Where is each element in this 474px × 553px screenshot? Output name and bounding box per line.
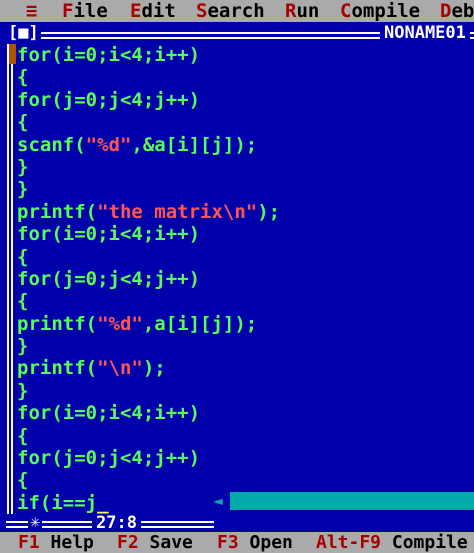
- code-token: );: [142, 357, 166, 380]
- code-line[interactable]: printf("the matrix\n");: [17, 201, 280, 223]
- code-token: for(j=0;j<4;j++): [17, 88, 201, 111]
- code-token: {: [17, 111, 29, 134]
- code-line[interactable]: for(j=0;j<4;j++): [17, 89, 280, 111]
- fnkey-save-key: F2: [117, 532, 139, 553]
- menu-run-hotkey: R: [285, 0, 297, 22]
- code-string: "\n": [97, 357, 143, 380]
- code-token: for(j=0;j<4;j++): [17, 447, 201, 470]
- menu-search[interactable]: Search: [196, 0, 265, 22]
- window-title-bar: [■] NONAME01: [0, 22, 474, 44]
- menu-debug[interactable]: Debu: [440, 0, 474, 22]
- function-key-bar: F1 Help F2 Save F3 Open Alt-F9 Compile: [0, 532, 474, 553]
- line-marker: [9, 44, 16, 64]
- code-token: printf(: [17, 200, 98, 223]
- code-string: "the matrix\n": [97, 200, 258, 223]
- window-left-border: [7, 44, 9, 514]
- fnkey-open-label: Open: [249, 532, 293, 553]
- code-line[interactable]: }: [17, 156, 280, 178]
- code-line[interactable]: {: [17, 425, 280, 447]
- menu-run[interactable]: Run: [285, 0, 319, 22]
- menu-search-label: earch: [207, 0, 265, 22]
- code-line[interactable]: for(i=0;i<4;i++): [17, 223, 280, 245]
- code-line[interactable]: {: [17, 246, 280, 268]
- fnkey-open[interactable]: F3 Open: [217, 532, 293, 553]
- code-line[interactable]: {: [17, 469, 280, 491]
- code-token: {: [17, 66, 29, 89]
- code-token: }: [17, 155, 29, 178]
- code-token: }: [17, 335, 29, 358]
- text-cursor: _: [97, 491, 109, 514]
- code-line[interactable]: for(i=0;i<4;i++): [17, 402, 280, 424]
- window-filename: NONAME01: [380, 22, 470, 44]
- fnkey-compile-label: Compile: [391, 532, 468, 553]
- code-line[interactable]: printf("%d",a[i][j]);: [17, 313, 280, 335]
- horizontal-scrollbar[interactable]: ◄: [206, 492, 474, 510]
- code-token: if(i==j: [17, 491, 98, 514]
- menu-file-label: ile: [73, 0, 108, 22]
- fnkey-compile[interactable]: Alt-F9 Compile: [316, 532, 468, 553]
- menu-search-hotkey: S: [196, 0, 208, 22]
- code-line[interactable]: for(j=0;j<4;j++): [17, 268, 280, 290]
- code-token: ,&a[i][j]);: [131, 133, 258, 156]
- code-line[interactable]: {: [17, 66, 280, 88]
- code-token: {: [17, 245, 29, 268]
- code-token: }: [17, 178, 29, 201]
- fnkey-help-key: F1: [18, 532, 40, 553]
- window-left-border-inner: [11, 44, 13, 514]
- fnkey-help-label: Help: [50, 532, 94, 553]
- menu-bar: ≡ File Edit Search Run Compile Debu: [0, 0, 474, 22]
- system-menu-icon[interactable]: ≡: [26, 0, 37, 22]
- code-line[interactable]: scanf("%d",&a[i][j]);: [17, 134, 280, 156]
- code-token: );: [257, 200, 281, 223]
- window-close-button[interactable]: [■]: [6, 22, 41, 44]
- code-line[interactable]: }: [17, 335, 280, 357]
- code-token: {: [17, 469, 29, 492]
- menu-compile[interactable]: Compile: [340, 0, 420, 22]
- code-string: "%d": [97, 312, 143, 335]
- menu-edit-label: dit: [141, 0, 176, 22]
- code-token: }: [17, 379, 29, 402]
- menu-debug-hotkey: D: [440, 0, 452, 22]
- menu-run-label: un: [296, 0, 320, 22]
- menu-debug-label: ebu: [451, 0, 474, 22]
- code-token: printf(: [17, 357, 98, 380]
- editor-window[interactable]: [■] NONAME01 for(i=0;i<4;i++){for(j=0;j<…: [0, 22, 474, 532]
- menu-file-hotkey: F: [62, 0, 74, 22]
- code-token: for(j=0;j<4;j++): [17, 267, 201, 290]
- code-token: {: [17, 290, 29, 313]
- code-token: printf(: [17, 312, 98, 335]
- code-token: ,a[i][j]);: [142, 312, 258, 335]
- modified-indicator-icon: ✳: [28, 512, 43, 532]
- scroll-left-arrow-icon[interactable]: ◄: [206, 492, 230, 510]
- fnkey-save[interactable]: F2 Save: [117, 532, 193, 553]
- code-line[interactable]: printf("\n");: [17, 357, 280, 379]
- code-line[interactable]: for(j=0;j<4;j++): [17, 447, 280, 469]
- menu-edit[interactable]: Edit: [130, 0, 176, 22]
- code-token: for(i=0;i<4;i++): [17, 44, 201, 66]
- fnkey-save-label: Save: [149, 532, 193, 553]
- fnkey-compile-key: Alt-F9: [316, 532, 382, 553]
- menu-edit-hotkey: E: [130, 0, 142, 22]
- cursor-position: 27:8: [92, 514, 141, 532]
- code-line[interactable]: }: [17, 178, 280, 200]
- code-string: "%d": [85, 133, 132, 156]
- code-line[interactable]: {: [17, 290, 280, 312]
- code-area[interactable]: for(i=0;i<4;i++){for(j=0;j<4;j++){scanf(…: [17, 44, 280, 514]
- code-token: scanf(: [17, 133, 86, 156]
- menu-file[interactable]: File: [62, 0, 108, 22]
- menu-compile-label: ompile: [351, 0, 421, 22]
- code-line[interactable]: {: [17, 111, 280, 133]
- fnkey-help[interactable]: F1 Help: [18, 532, 94, 553]
- code-token: {: [17, 424, 29, 447]
- window-status-line: ✳ 27:8: [0, 512, 474, 532]
- code-token: for(i=0;i<4;i++): [17, 223, 201, 246]
- menu-compile-hotkey: C: [340, 0, 352, 22]
- fnkey-open-key: F3: [217, 532, 239, 553]
- code-line[interactable]: for(i=0;i<4;i++): [17, 44, 280, 66]
- code-token: for(i=0;i<4;i++): [17, 402, 201, 425]
- code-line[interactable]: }: [17, 380, 280, 402]
